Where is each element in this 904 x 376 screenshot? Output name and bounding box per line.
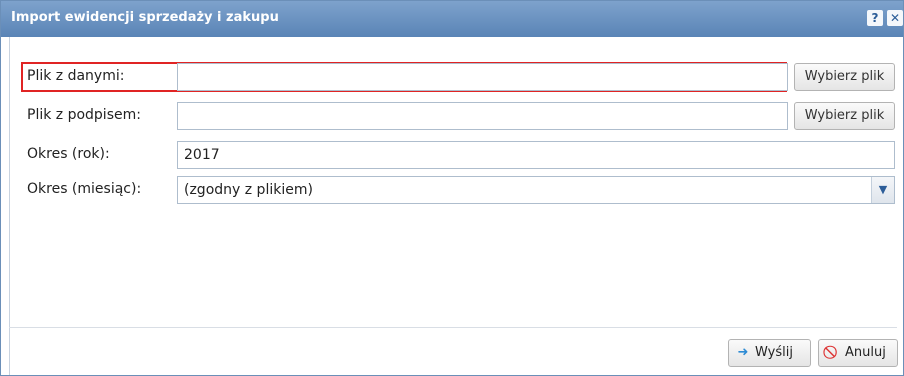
- period-month-label: Okres (miesiąc):: [27, 181, 142, 197]
- period-month-value: (zgodny z plikiem): [184, 182, 313, 198]
- period-year-input[interactable]: 2017: [177, 141, 895, 169]
- title-bar: Import ewidencji sprzedaży i zakupu ? ✕: [1, 1, 903, 37]
- close-icon[interactable]: ✕: [887, 10, 903, 26]
- data-file-label: Plik z danymi:: [27, 68, 125, 84]
- cancel-button[interactable]: ⃠ Anuluj: [818, 339, 898, 367]
- send-button[interactable]: ➜ Wyślij: [728, 339, 811, 367]
- footer-divider: [9, 327, 897, 328]
- import-dialog: Import ewidencji sprzedaży i zakupu ? ✕ …: [0, 0, 904, 376]
- cancel-label: Anuluj: [845, 345, 886, 360]
- help-icon[interactable]: ?: [867, 10, 883, 26]
- data-file-row: Plik z danymi: Wybierz plik: [19, 62, 895, 92]
- chevron-down-icon[interactable]: ▼: [871, 177, 894, 203]
- dialog-title: Import ewidencji sprzedaży i zakupu: [11, 10, 279, 25]
- send-label: Wyślij: [755, 345, 793, 360]
- left-border: [9, 37, 10, 375]
- choose-signature-file-button[interactable]: Wybierz plik: [794, 102, 895, 130]
- period-year-label: Okres (rok):: [27, 146, 110, 162]
- period-year-row: Okres (rok): 2017: [19, 140, 895, 170]
- cancel-icon: ⃠: [825, 340, 841, 366]
- signature-file-input[interactable]: [177, 102, 788, 130]
- period-month-select[interactable]: (zgodny z plikiem) ▼: [177, 176, 895, 204]
- data-file-input[interactable]: [177, 63, 788, 91]
- period-month-row: Okres (miesiąc): (zgodny z plikiem) ▼: [19, 175, 895, 205]
- signature-file-label: Plik z podpisem:: [27, 107, 141, 123]
- signature-file-row: Plik z podpisem: Wybierz plik: [19, 101, 895, 131]
- arrow-right-icon: ➜: [737, 345, 749, 360]
- choose-data-file-button[interactable]: Wybierz plik: [794, 63, 895, 91]
